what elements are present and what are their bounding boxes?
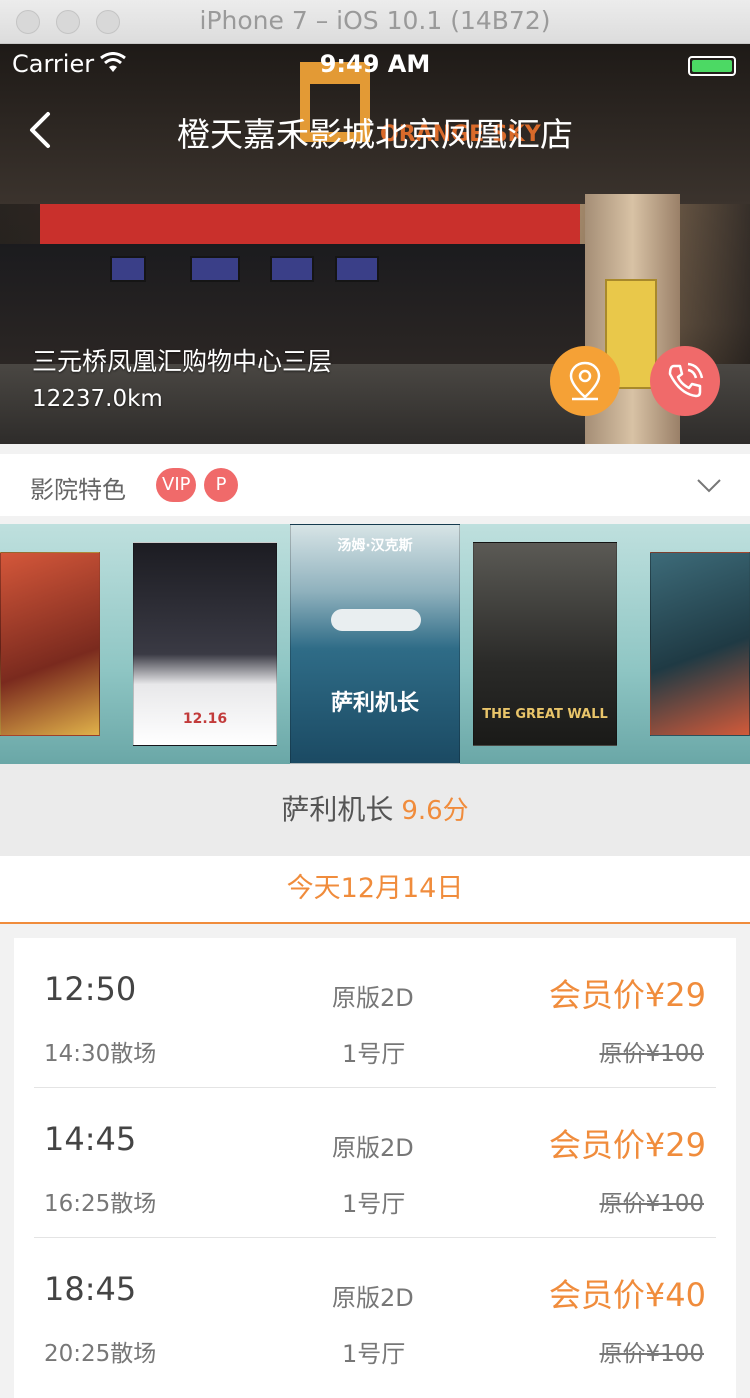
cinema-features-row[interactable]: 影院特色 VIP P (0, 454, 750, 516)
chevron-down-icon[interactable] (696, 472, 722, 498)
end-time: 20:25散场 (44, 1341, 157, 1367)
movie-title: 萨利机长 (281, 793, 394, 826)
movie-score: 9.6分 (401, 796, 469, 826)
cinema-address: 三元桥凤凰汇购物中心三层 (32, 347, 333, 376)
movie-poster[interactable]: THE GREAT WALL (473, 542, 617, 746)
showtime-row[interactable]: 18:45 20:25散场 原版2D 1号厅 会员价¥40 原价¥100 (14, 1238, 736, 1388)
screening-version: 原版2D (332, 1284, 414, 1312)
hall-name: 1号厅 (342, 1340, 406, 1368)
cinema-hero-image: ORANGE SKY (0, 44, 750, 444)
window-title: iPhone 7 – iOS 10.1 (14B72) (199, 6, 551, 35)
status-bar: Carrier 9:49 AM (0, 44, 750, 84)
movie-poster[interactable] (0, 552, 100, 736)
movie-poster-carousel[interactable]: 12.16 汤姆·汉克斯 萨利机长 THE GREAT WALL (0, 524, 750, 764)
plane-illustration (331, 609, 421, 631)
movie-poster[interactable]: 12.16 (133, 542, 277, 746)
status-clock: 9:49 AM (319, 50, 431, 78)
end-time: 16:25散场 (44, 1191, 157, 1217)
start-time: 12:50 (44, 970, 137, 1008)
call-button[interactable] (650, 346, 720, 416)
showtime-list: 12:50 14:30散场 原版2D 1号厅 会员价¥29 原价¥100 14:… (14, 938, 736, 1398)
parking-badge: P (204, 468, 238, 502)
hall-name: 1号厅 (342, 1190, 406, 1218)
start-time: 14:45 (44, 1120, 137, 1158)
battery-fill (692, 60, 732, 72)
showtime-row[interactable]: 12:50 14:30散场 原版2D 1号厅 会员价¥29 原价¥100 (14, 938, 736, 1088)
features-label: 影院特色 (30, 476, 126, 504)
showtime-row[interactable]: 14:45 16:25散场 原版2D 1号厅 会员价¥29 原价¥100 (14, 1088, 736, 1238)
member-price: 会员价¥29 (548, 976, 706, 1014)
original-price: 原价¥100 (599, 1191, 704, 1217)
member-price: 会员价¥29 (548, 1126, 706, 1164)
movie-poster[interactable] (650, 552, 750, 736)
member-price: 会员价¥40 (548, 1276, 706, 1314)
location-button[interactable] (550, 346, 620, 416)
tab-today[interactable]: 今天12月14日 (0, 856, 750, 924)
cinema-distance: 12237.0km (32, 386, 163, 412)
screening-version: 原版2D (332, 1134, 414, 1162)
simulator-title-bar: iPhone 7 – iOS 10.1 (14B72) (0, 0, 750, 44)
original-price: 原价¥100 (599, 1341, 704, 1367)
movie-poster-selected[interactable]: 汤姆·汉克斯 萨利机长 (290, 524, 460, 764)
map-pin-icon (569, 361, 601, 401)
screening-version: 原版2D (332, 984, 414, 1012)
phone-icon (668, 362, 704, 398)
hall-name: 1号厅 (342, 1040, 406, 1068)
end-time: 14:30散场 (44, 1041, 157, 1067)
original-price: 原价¥100 (599, 1041, 704, 1067)
selected-movie-bar: 萨利机长 9.6分 (0, 764, 750, 856)
page-title: 橙天嘉禾影城北京凤凰汇店 (177, 115, 573, 154)
battery-icon (688, 56, 736, 76)
date-tab-label: 今天12月14日 (286, 873, 464, 904)
vip-badge: VIP (156, 468, 197, 502)
start-time: 18:45 (44, 1270, 137, 1308)
